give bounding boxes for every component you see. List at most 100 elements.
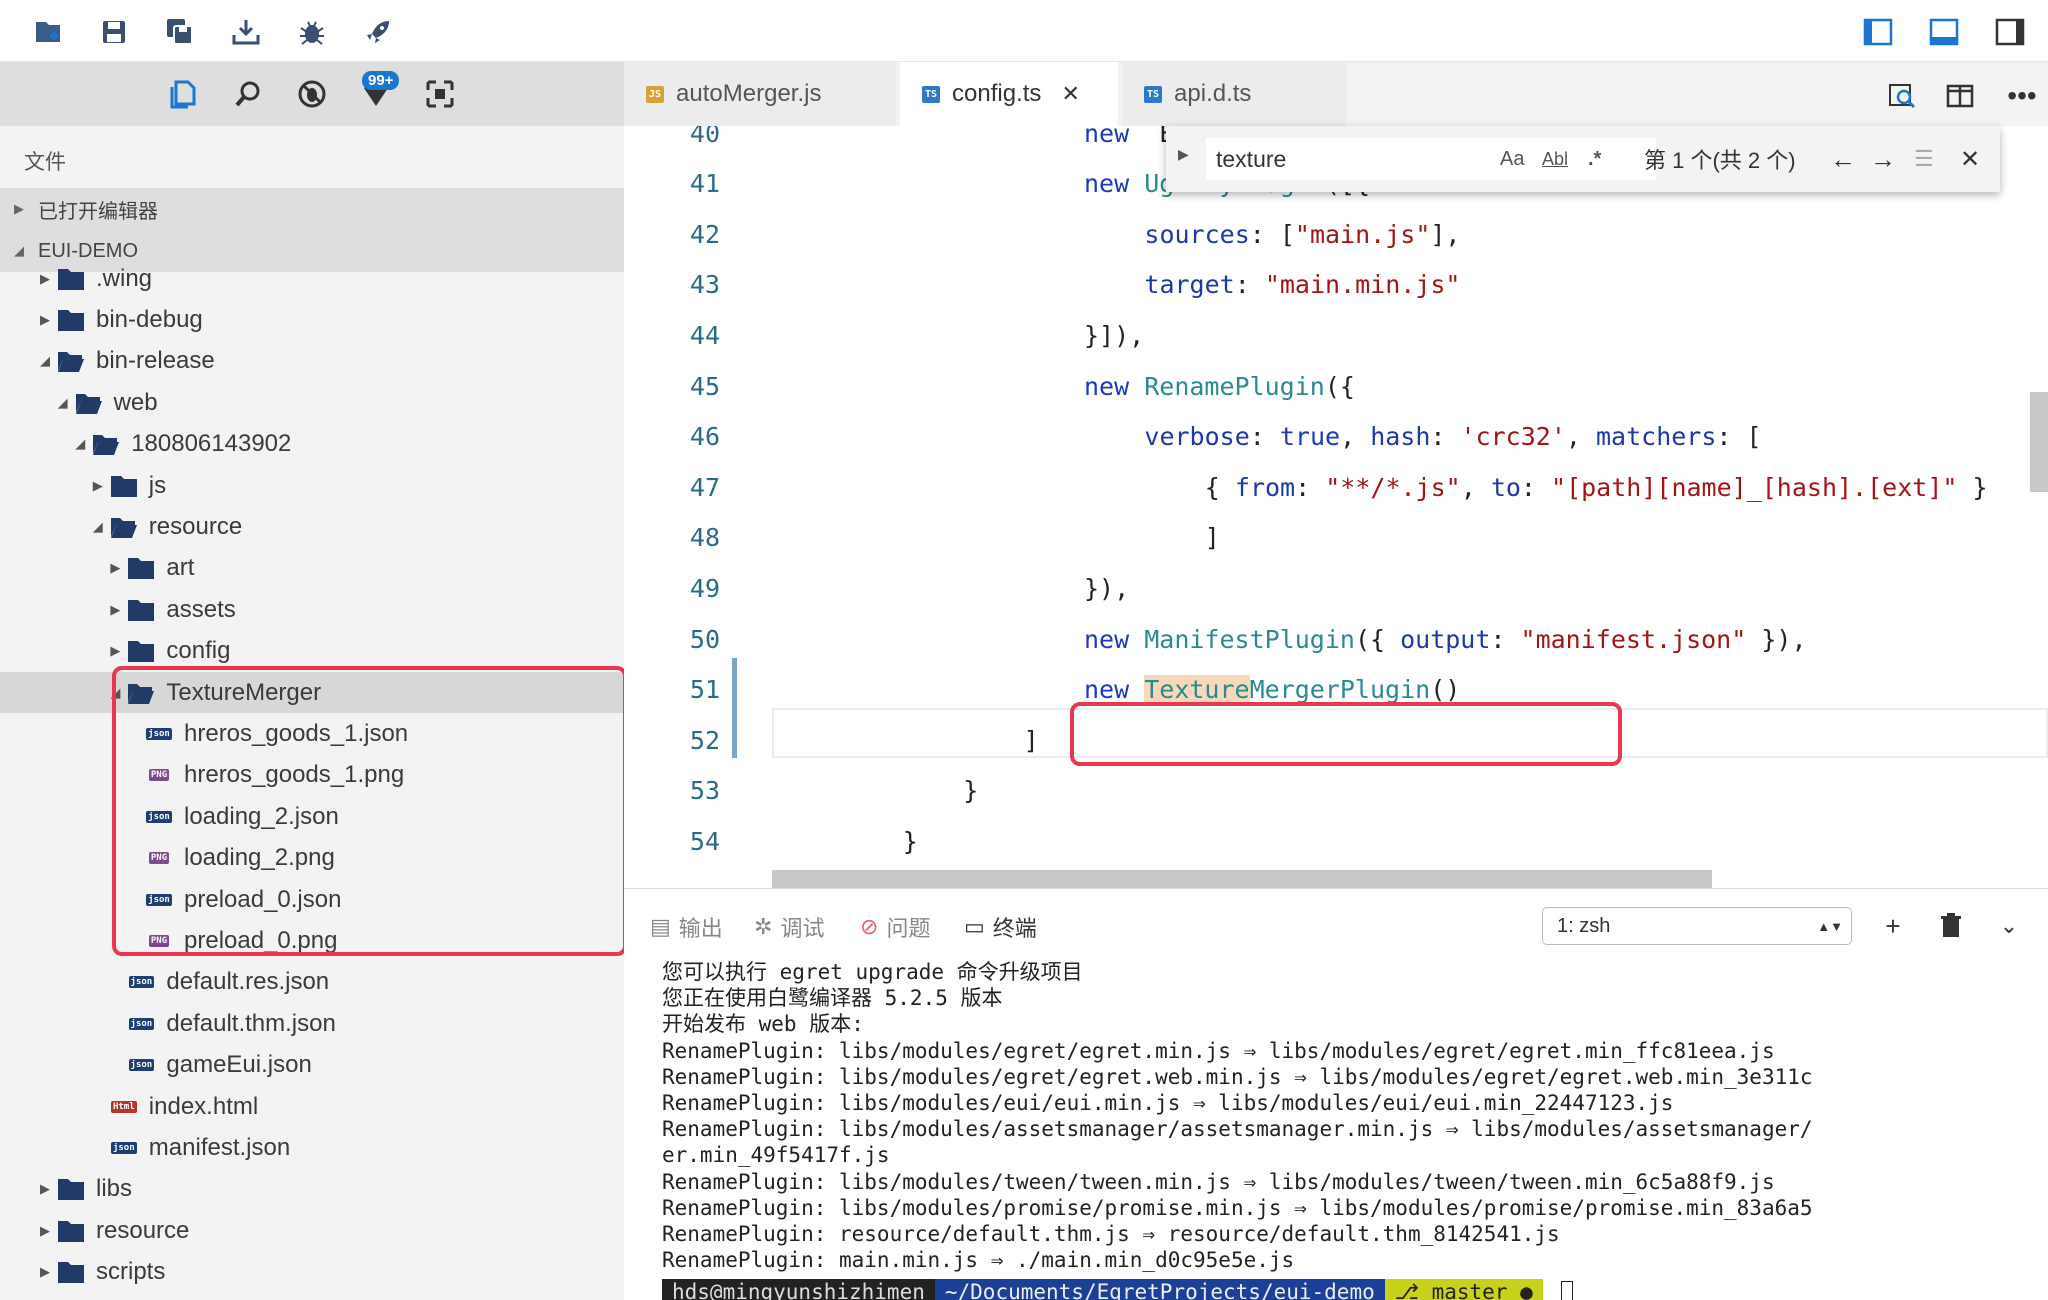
json-file-icon: json [126,968,156,996]
tree-item[interactable]: json default.thm.json [0,1003,624,1044]
toggle-right-panel-icon[interactable] [1990,12,2030,52]
tree-item[interactable]: ▶ assets [0,589,624,630]
code-token: : [1490,624,1521,654]
download-icon[interactable] [226,12,266,52]
chevron-down-icon: ◢ [57,394,68,410]
tree-item[interactable]: ▶ bin-debug [0,299,624,340]
tree-item[interactable]: Html index.html [0,1086,624,1127]
code-token: } [1957,472,1988,502]
tree-item[interactable]: ◢ TextureMerger [0,672,624,714]
code-text: }), [1084,574,1129,603]
tree-item-label: TextureMerger [166,678,322,706]
tree-item[interactable]: ▶ config [0,631,624,672]
horizontal-scrollbar[interactable] [772,870,1712,888]
editor-tabs: JS autoMerger.js TS config.ts ✕ TS api.d.ts [624,62,2048,126]
png-file-icon: PNG [144,761,174,789]
tree-item[interactable]: json manifest.json [0,1127,624,1168]
tree-item-label: hreros_goods_1.png [184,761,405,789]
line-number: 49 [689,573,720,603]
json-file-icon: json [144,886,174,914]
tree-item[interactable]: json gameEui.json [0,1045,624,1086]
code-editor[interactable]: 40new E41new UglifyPlugin([{42sources: [… [624,126,2048,888]
save-all-icon[interactable] [160,12,200,52]
tree-item-label: hreros_goods_1.json [184,720,409,748]
terminal-line: 您可以执行 egret upgrade 命令升级项目 [662,960,1083,984]
folder-icon [56,1175,86,1203]
next-match-icon[interactable]: → [1870,142,1896,176]
panel-tab[interactable]: ⊘ 问题 [860,909,930,945]
tree-item[interactable]: ▶ scripts [0,1252,624,1293]
tree-item[interactable]: ▶ js [0,465,624,506]
tree-item[interactable]: json loading_2.json [0,796,624,837]
new-project-icon[interactable] [28,12,68,52]
close-find-icon[interactable]: ✕ [1960,142,1980,176]
search-icon[interactable] [226,72,270,116]
tree-item[interactable]: ▶ .wing [0,258,624,299]
previous-match-icon[interactable]: ← [1830,142,1856,176]
line-number: 40 [689,126,720,148]
tree-item[interactable]: ◢ 180806143902 [0,424,624,465]
tree-item[interactable]: json preload_0.json [0,879,624,920]
chevron-down-icon: ◢ [92,519,103,535]
toggle-replace-icon[interactable]: ▶ [1178,146,1189,163]
terminal-select-value: 1: zsh [1557,914,1611,937]
code-line: 53} [624,766,2048,816]
tree-item[interactable]: json default.res.json [0,962,624,1003]
explorer-icon[interactable] [162,72,206,116]
tree-item[interactable]: ▶ art [0,548,624,589]
code-text: new RenamePlugin({ [1084,372,1355,401]
terminal-output[interactable]: 您可以执行 egret upgrade 命令升级项目 您正在使用白鹭编译器 5.2… [662,959,2042,1300]
panel-tab[interactable]: ✲ 调试 [754,909,824,945]
chevron-right-icon: ▶ [110,560,121,576]
tree-item[interactable]: PNG loading_2.png [0,838,624,879]
preview-icon[interactable] [418,72,462,116]
tree-item[interactable]: ▶ resource [0,1210,624,1251]
html-file-icon: Html [109,1093,139,1121]
trash-icon[interactable] [1932,907,1970,945]
whole-word-button[interactable]: Abl [1542,142,1568,176]
line-number: 41 [689,169,720,199]
save-icon[interactable] [94,12,134,52]
more-actions-icon[interactable]: ••• [2004,80,2040,112]
find-in-selection-icon[interactable]: ☰ [1914,142,1934,176]
tree-item[interactable]: ◢ resource [0,506,624,547]
tree-item[interactable]: PNG preload_0.png [0,920,624,961]
line-number: 42 [689,219,720,249]
editor-tab[interactable]: TS config.ts ✕ [900,62,1118,126]
notification-badge: 99+ [362,71,400,90]
toggle-sidebar-icon[interactable] [1858,12,1898,52]
panel-tab[interactable]: ▤ 输出 [650,909,723,945]
prompt-git-branch: ⎇ master ● [1384,1279,1543,1300]
close-tab-icon[interactable]: ✕ [1061,81,1079,107]
activity-bar: 99+ [0,62,624,126]
find-preview-icon[interactable] [1884,80,1920,112]
terminal-select[interactable]: 1: zsh ▲▼ [1542,907,1852,945]
code-text: { from: "**/*.js", to: "[path][name]_[ha… [1205,473,1988,502]
prompt-user: hds@mingyunshizhimen [662,1279,935,1300]
open-editors-header[interactable]: ▶ 已打开编辑器 [0,188,624,230]
editor-tab[interactable]: TS api.d.ts [1122,62,1346,126]
panel-tab[interactable]: ▭ 终端 [964,909,1037,945]
new-terminal-icon[interactable]: + [1874,907,1912,945]
code-token: : [ [1716,422,1762,452]
collapse-panel-icon[interactable]: ⌄ [1990,907,2028,945]
code-token: , [1340,422,1371,452]
regex-button[interactable]: .* [1588,142,1601,176]
debug-bug-icon[interactable] [292,12,332,52]
split-editor-icon[interactable] [1942,80,1978,112]
match-case-button[interactable]: Aa [1500,142,1524,176]
vertical-scrollbar[interactable] [2030,392,2048,492]
tree-item[interactable]: ▶ libs [0,1169,624,1210]
rocket-icon[interactable] [358,12,398,52]
tree-item[interactable]: json hreros_goods_1.json [0,713,624,754]
tree-item[interactable]: ◢ bin-release [0,341,624,382]
debug-icon[interactable] [290,72,334,116]
code-token: ({ [1324,371,1355,401]
debug-icon: ✲ [754,914,773,939]
editor-tab[interactable]: JS autoMerger.js [624,62,896,126]
tree-item[interactable]: PNG hreros_goods_1.png [0,755,624,796]
tree-item[interactable]: ◢ web [0,382,624,423]
file-type-icon: JS [646,85,665,103]
toggle-panel-icon[interactable] [1924,12,1964,52]
